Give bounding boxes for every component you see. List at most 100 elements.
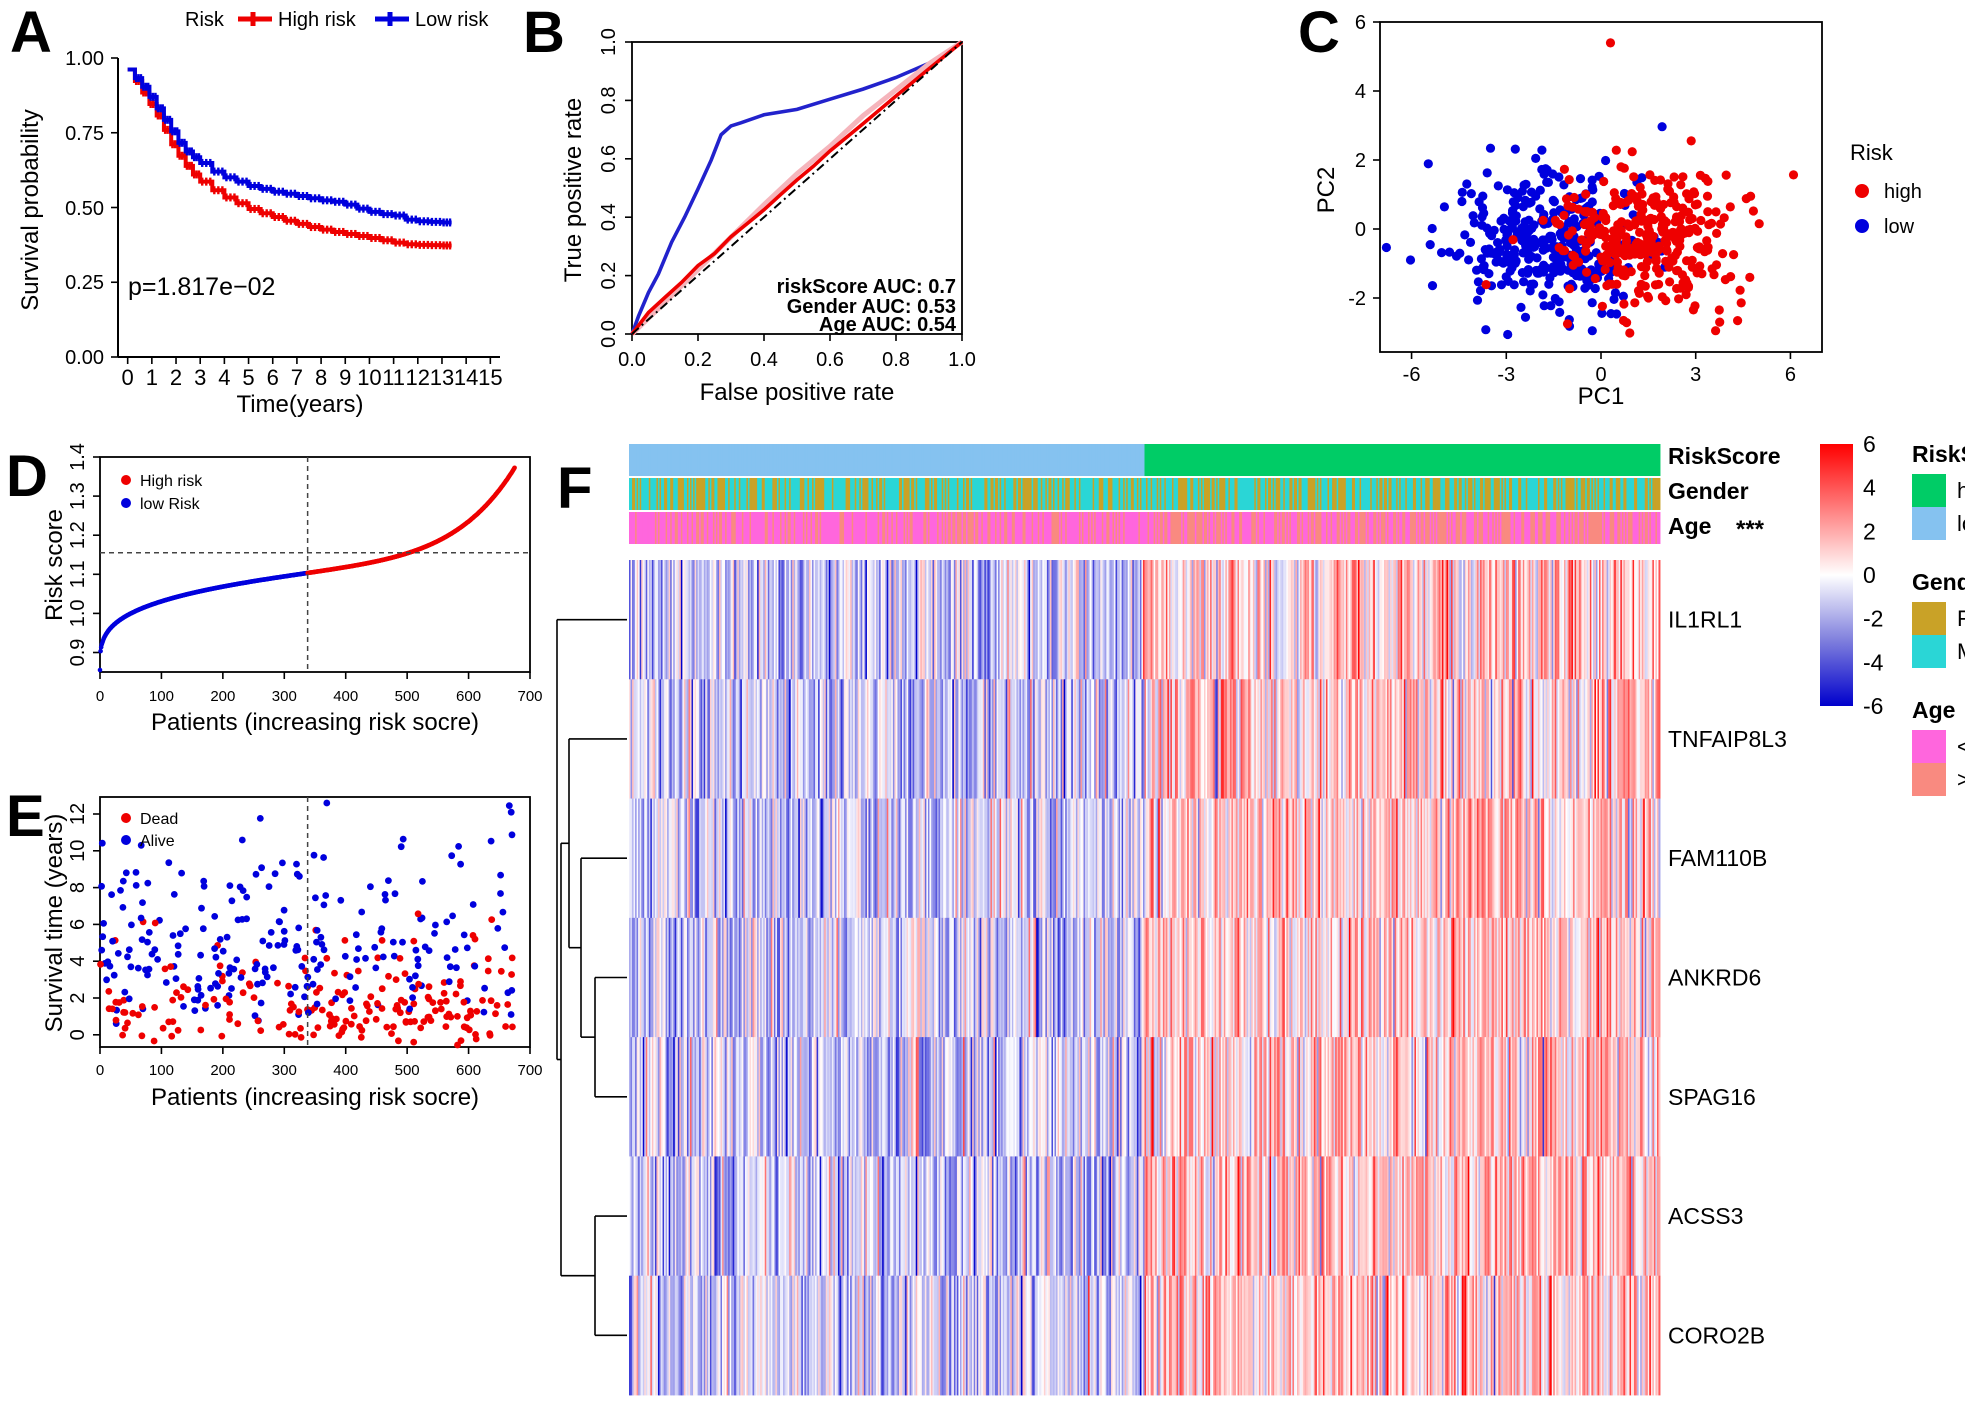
panel-f-colorbar-tick: 0 — [1863, 562, 1876, 588]
svg-text:0: 0 — [122, 365, 134, 390]
panel-c-legend-swatch-low — [1855, 219, 1869, 233]
panel-a-legend-high: High risk — [278, 9, 357, 31]
panel-c-legend-swatch-high — [1855, 184, 1869, 198]
svg-text:0.0: 0.0 — [618, 349, 646, 371]
panel-f-legend-risk-low: low — [1957, 511, 1965, 536]
panel-f-legend-male: Male — [1957, 639, 1965, 664]
panel-d-ylabel: Risk score — [41, 509, 68, 621]
svg-text:12: 12 — [67, 803, 89, 825]
panel-f-label: F — [557, 456, 593, 521]
svg-text:7: 7 — [291, 365, 303, 390]
panel-f-legend-title-age: Age — [1912, 697, 1955, 723]
svg-text:0: 0 — [67, 1029, 89, 1040]
panel-f-age-significance: *** — [1736, 516, 1765, 543]
svg-text:400: 400 — [333, 688, 358, 705]
panel-c-chart: 6 4 2 0 -2 PC2 -6 -3 0 3 6 PC1 Risk high low — [1313, 12, 1922, 410]
svg-text:12: 12 — [406, 365, 430, 390]
svg-text:15: 15 — [478, 365, 502, 390]
svg-text:0.8: 0.8 — [598, 86, 620, 114]
svg-text:300: 300 — [272, 1062, 297, 1079]
svg-text:14: 14 — [454, 365, 478, 390]
svg-text:100: 100 — [149, 688, 174, 705]
panel-b-yticks: 0.0 0.2 0.4 0.6 0.8 1.0 — [598, 28, 632, 348]
svg-text:0.6: 0.6 — [816, 349, 844, 371]
panel-a-ylabel: Survival probability — [17, 109, 44, 310]
panel-f-legend-swatch-age-le65 — [1912, 730, 1946, 763]
svg-text:6: 6 — [67, 919, 89, 930]
svg-text:11: 11 — [382, 365, 405, 390]
panel-f-legend-title-riskscore: RiskScore — [1912, 441, 1965, 467]
svg-text:0.75: 0.75 — [65, 123, 104, 145]
panel-e-ylabel: Survival time (years) — [41, 814, 68, 1033]
svg-text:200: 200 — [210, 1062, 235, 1079]
svg-text:4: 4 — [67, 956, 89, 967]
svg-text:10: 10 — [357, 365, 381, 390]
svg-text:10: 10 — [67, 840, 89, 862]
panel-e-legend-dead: Dead — [140, 811, 178, 828]
svg-text:6: 6 — [1355, 12, 1366, 34]
svg-text:9: 9 — [339, 365, 351, 390]
panel-b: B 0.0 0.2 0.4 0.6 0.8 1.0 True positive … — [515, 0, 1025, 420]
panel-d-yticks: 1.4 1.3 1.2 1.1 1.0 0.9 — [67, 443, 100, 666]
panel-c-label: C — [1298, 0, 1340, 65]
svg-text:0.4: 0.4 — [598, 203, 620, 231]
panel-e-chart: 12 10 8 6 4 2 0 Survival time (years) 01… — [41, 796, 543, 1111]
svg-text:4: 4 — [218, 365, 230, 390]
panel-f-colorbar — [1820, 444, 1853, 706]
panel-d-legend-low: low Risk — [140, 496, 201, 513]
svg-text:4: 4 — [1355, 81, 1366, 103]
svg-text:1.1: 1.1 — [67, 560, 89, 588]
svg-text:1.4: 1.4 — [67, 443, 89, 471]
svg-text:1.0: 1.0 — [948, 349, 976, 371]
panel-e: E 12 10 8 6 4 2 0 Survival time (years) … — [0, 775, 560, 1115]
panel-a-label: A — [10, 0, 52, 65]
svg-text:0.50: 0.50 — [65, 198, 104, 220]
panel-d-legend-swatch-high — [121, 475, 131, 485]
panel-d: D 1.4 1.3 1.2 1.1 1.0 0.9 Risk score 0 10… — [0, 435, 560, 775]
svg-text:6: 6 — [267, 365, 279, 390]
panel-f-legend-risk-high: high — [1957, 478, 1965, 503]
panel-d-legend-swatch-low — [121, 498, 131, 508]
svg-text:1.00: 1.00 — [65, 48, 104, 70]
svg-text:600: 600 — [456, 1062, 481, 1079]
svg-text:1.0: 1.0 — [67, 599, 89, 627]
svg-text:400: 400 — [333, 1062, 358, 1079]
svg-text:2: 2 — [1355, 150, 1366, 172]
svg-text:0.00: 0.00 — [65, 347, 104, 369]
panel-f-gene-label: CORO2B — [1668, 1322, 1765, 1348]
svg-text:5: 5 — [242, 365, 254, 390]
svg-text:0.2: 0.2 — [598, 262, 620, 290]
panel-f-colorbar-tick: 4 — [1863, 475, 1876, 501]
panel-f-annotation-bars — [629, 444, 1661, 544]
panel-a-xlabel: Time(years) — [236, 391, 363, 418]
panel-f-gene-label: ACSS3 — [1668, 1203, 1743, 1229]
svg-text:1.2: 1.2 — [67, 521, 89, 549]
svg-text:0: 0 — [1355, 219, 1366, 241]
panel-f-legend-age-gt65: >65 — [1957, 767, 1965, 792]
panel-a-legend-low: Low risk — [415, 9, 489, 31]
panel-e-xticks: 0 100 200 300 400 500 600 700 — [96, 1047, 543, 1079]
panel-e-legend-swatch-alive — [121, 835, 131, 845]
panel-f-gene-labels: IL1RL1 TNFAIP8L3 FAM110B ANKRD6 SPAG16 ACSS3 C… — [1668, 607, 1787, 1349]
panel-e-legend-swatch-dead — [121, 813, 131, 823]
panel-f-gene-label: IL1RL1 — [1668, 607, 1742, 633]
panel-f-legend-swatch-male — [1912, 635, 1946, 668]
panel-f-colorbar-tick: -2 — [1863, 606, 1883, 632]
panel-c-legend-low: low — [1884, 216, 1915, 238]
svg-text:2: 2 — [67, 992, 89, 1003]
panel-b-xlabel: False positive rate — [700, 379, 895, 406]
panel-f-gene-label: FAM110B — [1668, 845, 1767, 871]
svg-text:500: 500 — [395, 1062, 420, 1079]
panel-f: F IL1RL1 TNFAIP8L3 FAM110B ANKRD6 SPAG16 ACSS… — [555, 430, 1965, 1414]
panel-f-legend-swatch-female — [1912, 602, 1946, 635]
panel-d-xticks: 0 100 200 300 400 500 600 700 — [96, 672, 543, 705]
svg-text:0: 0 — [96, 1062, 104, 1079]
panel-f-annot-label-age: Age — [1668, 513, 1711, 539]
svg-text:100: 100 — [149, 1062, 174, 1079]
panel-f-legend-swatch-risk-high — [1912, 474, 1946, 507]
svg-text:700: 700 — [517, 1062, 542, 1079]
panel-f-chart: IL1RL1 TNFAIP8L3 FAM110B ANKRD6 SPAG16 ACSS3 C… — [556, 431, 1965, 1396]
panel-c-legend-title: Risk — [1850, 140, 1894, 165]
svg-text:0: 0 — [96, 688, 104, 705]
panel-c-legend-high: high — [1884, 181, 1922, 203]
